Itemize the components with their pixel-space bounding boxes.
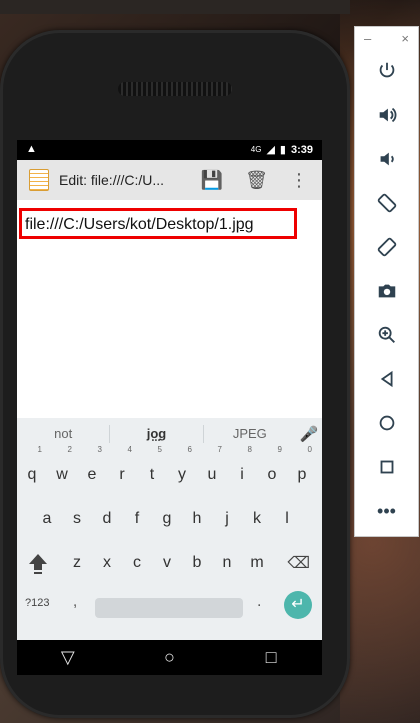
soft-keyboard: not jog JPEG 🎤 1q 2w 3e 4r 5t 6y 7u 8i 9… <box>17 418 322 640</box>
key-z[interactable]: z <box>64 543 90 583</box>
backspace-icon[interactable]: ⌫ <box>287 553 310 573</box>
key-g[interactable]: g <box>154 499 180 539</box>
key-k[interactable]: k <box>244 499 270 539</box>
close-button[interactable]: × <box>401 31 409 46</box>
zoom-icon[interactable] <box>355 313 418 357</box>
power-icon[interactable] <box>355 49 418 93</box>
key-x[interactable]: x <box>94 543 120 583</box>
key-d[interactable]: d <box>94 499 120 539</box>
back-triangle-icon[interactable] <box>355 357 418 401</box>
key-w[interactable]: 2w <box>49 446 75 495</box>
more-options-icon[interactable]: ••• <box>355 489 418 533</box>
signal-icon: ◢ <box>266 144 275 156</box>
rotate-right-icon[interactable] <box>355 225 418 269</box>
key-s[interactable]: s <box>64 499 90 539</box>
key-q[interactable]: 1q <box>19 446 45 495</box>
key-a[interactable]: a <box>34 499 60 539</box>
phone-frame: ▲ 4G ◢ ▮ 3:39 Edit: file:///C:/U... 💾 🗑 … <box>0 30 350 718</box>
key-r[interactable]: 4r <box>109 446 135 495</box>
key-v[interactable]: v <box>154 543 180 583</box>
key-b[interactable]: b <box>184 543 210 583</box>
more-icon[interactable]: ⋮ <box>290 170 308 191</box>
microphone-icon[interactable]: 🎤 <box>296 425 322 443</box>
key-o[interactable]: 9o <box>259 446 285 495</box>
key-l[interactable]: l <box>274 499 300 539</box>
key-row-1: 1q 2w 3e 4r 5t 6y 7u 8i 9o 0p <box>17 446 322 501</box>
key-n[interactable]: n <box>214 543 240 583</box>
key-f[interactable]: f <box>124 499 150 539</box>
key-u[interactable]: 7u <box>199 446 225 495</box>
emulator-title-strip <box>0 0 350 14</box>
key-j[interactable]: j <box>214 499 240 539</box>
volume-down-icon[interactable] <box>355 137 418 181</box>
period-key[interactable]: . <box>257 593 261 611</box>
key-h[interactable]: h <box>184 499 210 539</box>
app-bar: Edit: file:///C:/U... 💾 🗑 ⋮ <box>17 160 322 200</box>
path-extension: jpg <box>232 216 254 233</box>
notepad-icon <box>29 169 49 191</box>
key-row-2: a s d f g h j k l <box>17 499 322 545</box>
status-bar: ▲ 4G ◢ ▮ 3:39 <box>17 140 322 160</box>
key-row-4: ?123 , . ↵ <box>17 587 322 633</box>
shift-icon[interactable] <box>27 551 49 575</box>
enter-icon[interactable]: ↵ <box>284 591 312 619</box>
delete-icon[interactable]: 🗑 <box>245 170 268 191</box>
minimize-button[interactable]: – <box>364 31 371 46</box>
key-t[interactable]: 5t <box>139 446 165 495</box>
network-label: 4G <box>250 145 262 154</box>
emulator-toolbar: – × ••• <box>354 26 419 537</box>
app-title: Edit: file:///C:/U... <box>59 172 165 188</box>
file-path-field[interactable]: file:///C:/Users/kot/Desktop/1.jpg <box>19 208 297 239</box>
suggestion-3[interactable]: JPEG <box>204 426 296 441</box>
navigation-bar: ▽ ○ □ <box>17 640 322 675</box>
save-icon[interactable]: 💾 <box>201 170 223 191</box>
device-screen: ▲ 4G ◢ ▮ 3:39 Edit: file:///C:/U... 💾 🗑 … <box>17 140 322 675</box>
status-time: 3:39 <box>290 143 313 156</box>
volume-up-icon[interactable] <box>355 93 418 137</box>
battery-icon: ▮ <box>279 144 286 156</box>
camera-icon[interactable] <box>355 269 418 313</box>
warning-icon: ▲ <box>26 143 37 155</box>
suggestion-2[interactable]: jog <box>110 426 202 441</box>
rotate-left-icon[interactable] <box>355 181 418 225</box>
overview-square-icon[interactable] <box>355 445 418 489</box>
space-key[interactable] <box>95 598 243 618</box>
key-m[interactable]: m <box>244 543 270 583</box>
back-icon[interactable]: ▽ <box>48 647 88 668</box>
home-circle-icon[interactable] <box>355 401 418 445</box>
suggestion-bar: not jog JPEG 🎤 <box>17 418 322 449</box>
home-icon[interactable]: ○ <box>149 647 189 668</box>
key-c[interactable]: c <box>124 543 150 583</box>
phone-speaker <box>118 82 232 96</box>
path-text: file:///C:/Users/kot/Desktop/1. <box>25 216 233 233</box>
comma-key[interactable]: , <box>73 593 77 610</box>
suggestion-1[interactable]: not <box>17 426 109 441</box>
key-i[interactable]: 8i <box>229 446 255 495</box>
text-editor[interactable]: file:///C:/Users/kot/Desktop/1.jpg <box>17 200 322 418</box>
key-p[interactable]: 0p <box>289 446 315 495</box>
key-y[interactable]: 6y <box>169 446 195 495</box>
key-e[interactable]: 3e <box>79 446 105 495</box>
key-row-3: z x c v b n m ⌫ <box>17 543 322 589</box>
recents-icon[interactable]: □ <box>251 647 291 668</box>
symbols-key[interactable]: ?123 <box>25 597 49 609</box>
